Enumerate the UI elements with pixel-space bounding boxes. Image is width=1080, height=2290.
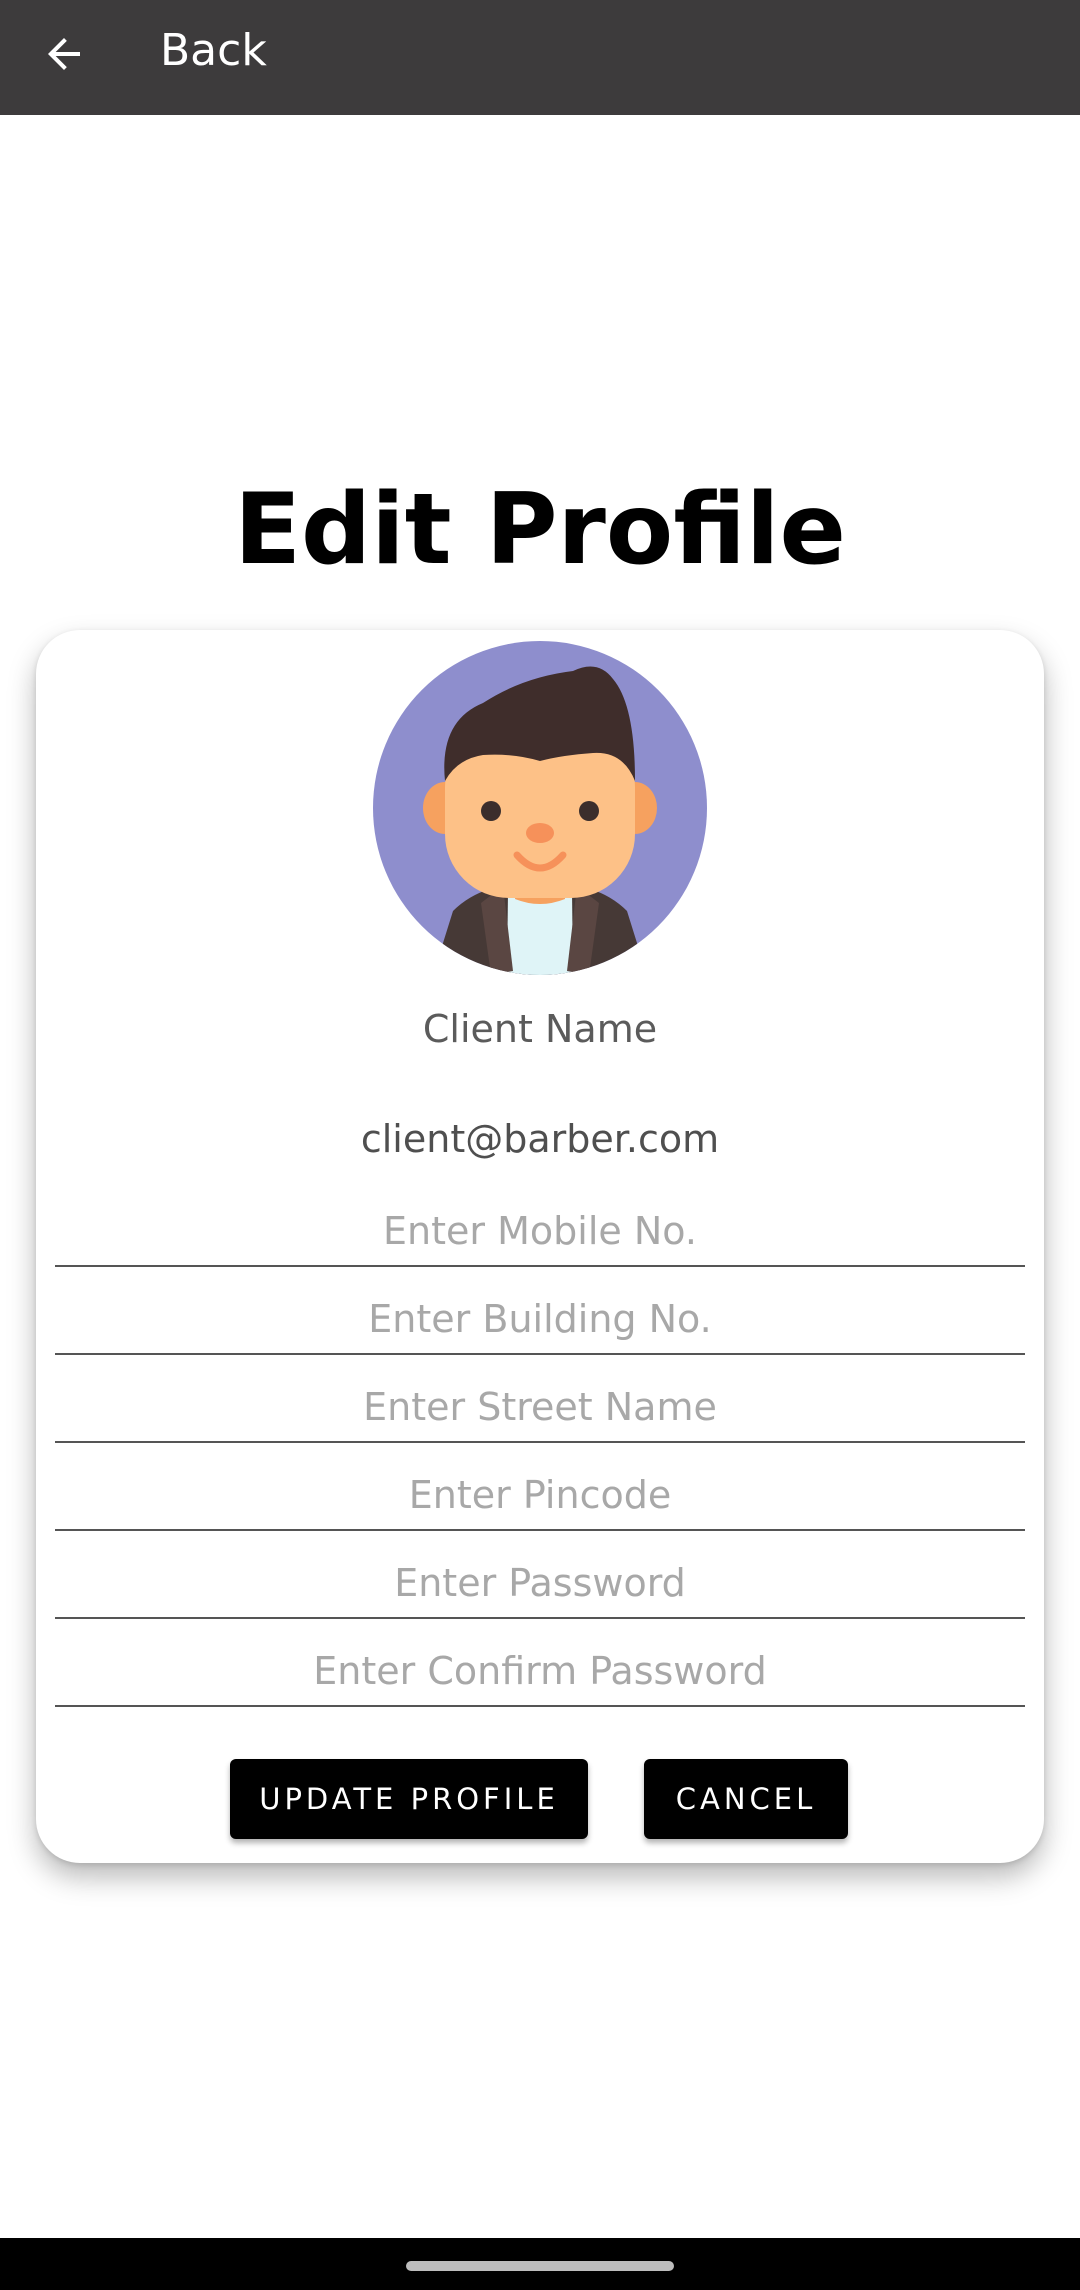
avatar-icon[interactable]: [373, 641, 707, 975]
confirm-password-input[interactable]: [55, 1637, 1025, 1707]
password-input[interactable]: [55, 1549, 1025, 1619]
client-name: Client Name: [422, 1007, 658, 1051]
update-profile-button[interactable]: UPDATE PROFILE: [230, 1759, 588, 1839]
street-input[interactable]: [55, 1373, 1025, 1443]
back-arrow-icon[interactable]: [40, 30, 88, 78]
mobile-input[interactable]: [55, 1197, 1025, 1267]
page-title: Edit Profile: [234, 473, 846, 587]
app-bar: Back: [0, 0, 1080, 115]
building-input[interactable]: [55, 1285, 1025, 1355]
back-button-label[interactable]: Back: [160, 24, 267, 78]
home-indicator[interactable]: [406, 2261, 674, 2271]
cancel-button[interactable]: CANCEL: [644, 1759, 848, 1839]
pincode-input[interactable]: [55, 1461, 1025, 1531]
client-email: client@barber.com: [360, 1117, 720, 1161]
